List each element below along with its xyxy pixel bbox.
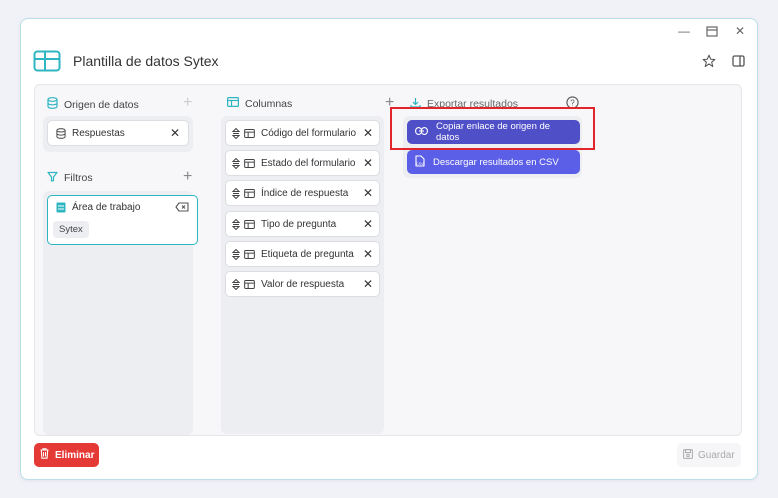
download-csv-button[interactable]: CSV Descargar resultados en CSV	[407, 150, 580, 174]
column-item-label: Etiqueta de pregunta	[261, 248, 354, 260]
table-icon	[33, 50, 61, 72]
svg-text:?: ?	[570, 99, 575, 108]
table-icon	[244, 279, 255, 289]
filters-header: Filtros	[47, 171, 93, 185]
column-item[interactable]: Índice de respuesta ✕	[225, 180, 380, 206]
save-label: Guardar	[698, 449, 735, 461]
header: Plantilla de datos Sytex	[33, 47, 745, 75]
database-icon	[56, 127, 66, 139]
content-area: Origen de datos + Respuestas ✕ Filtros +…	[34, 84, 742, 436]
remove-icon[interactable]: ✕	[363, 277, 373, 291]
filters-label: Filtros	[64, 172, 93, 184]
remove-icon[interactable]: ✕	[363, 247, 373, 261]
column-item[interactable]: Valor de respuesta ✕	[225, 271, 380, 297]
data-source-header: Origen de datos	[47, 97, 139, 112]
database-icon	[47, 97, 58, 112]
table-icon	[227, 97, 240, 110]
columns-header: Columnas	[227, 97, 292, 110]
table-icon	[244, 219, 255, 229]
delete-label: Eliminar	[55, 449, 95, 461]
link-icon	[415, 126, 428, 138]
trash-icon	[40, 448, 49, 462]
table-icon	[244, 188, 255, 198]
star-icon[interactable]	[702, 54, 716, 68]
export-label: Exportar resultados	[427, 98, 519, 110]
remove-icon[interactable]: ✕	[363, 156, 373, 170]
column-item-label: Código del formulario	[261, 127, 357, 139]
column-item[interactable]: Estado del formulario ✕	[225, 150, 380, 176]
download-csv-label: Descargar resultados en CSV	[433, 156, 559, 168]
column-item-label: Índice de respuesta	[261, 187, 349, 199]
download-icon	[410, 97, 421, 111]
data-source-item-label: Respuestas	[72, 127, 125, 139]
table-icon	[244, 249, 255, 259]
copy-link-button[interactable]: Copiar enlace de origen de datos	[407, 120, 580, 144]
help-icon[interactable]: ?	[566, 96, 579, 114]
column-item-label: Valor de respuesta	[261, 278, 345, 290]
column-item[interactable]: Código del formulario ✕	[225, 120, 380, 146]
filter-value-chip: Sytex	[53, 221, 89, 238]
window-controls: — ✕	[677, 23, 747, 39]
save-button[interactable]: Guardar	[677, 443, 741, 467]
template-window: — ✕ Plantilla de datos Sytex Origen de d…	[20, 18, 758, 480]
data-source-item[interactable]: Respuestas ✕	[47, 120, 189, 146]
remove-icon[interactable]: ✕	[363, 126, 373, 140]
maximize-icon[interactable]	[705, 23, 719, 39]
workspace-icon	[56, 202, 66, 213]
add-filter-icon[interactable]: +	[183, 169, 192, 185]
csv-file-icon: CSV	[415, 154, 425, 170]
drag-handle-icon[interactable]	[232, 187, 240, 199]
side-panel-icon[interactable]	[732, 54, 745, 68]
export-header: Exportar resultados	[410, 97, 518, 111]
page-title: Plantilla de datos Sytex	[73, 53, 219, 69]
drag-handle-icon[interactable]	[232, 157, 240, 169]
svg-text:CSV: CSV	[416, 162, 424, 166]
drag-handle-icon[interactable]	[232, 278, 240, 290]
remove-icon[interactable]: ✕	[363, 217, 373, 231]
columns-label: Columnas	[245, 97, 293, 110]
close-icon[interactable]: ✕	[733, 23, 747, 39]
delete-button[interactable]: Eliminar	[34, 443, 99, 467]
column-item-label: Estado del formulario	[261, 157, 356, 169]
copy-link-label: Copiar enlace de origen de datos	[436, 121, 551, 143]
column-item[interactable]: Tipo de pregunta ✕	[225, 211, 380, 237]
drag-handle-icon[interactable]	[232, 218, 240, 230]
column-item-label: Tipo de pregunta	[261, 218, 337, 230]
minimize-icon[interactable]: —	[677, 23, 691, 39]
table-icon	[244, 128, 255, 138]
filter-item-label: Área de trabajo	[72, 202, 141, 213]
column-item[interactable]: Etiqueta de pregunta ✕	[225, 241, 380, 267]
table-icon	[244, 158, 255, 168]
drag-handle-icon[interactable]	[232, 127, 240, 139]
remove-icon[interactable]: ✕	[363, 186, 373, 200]
data-source-label: Origen de datos	[64, 98, 139, 111]
backspace-icon[interactable]	[175, 202, 189, 215]
save-icon	[683, 448, 693, 462]
add-data-source-icon: +	[183, 94, 193, 111]
filter-icon	[47, 171, 58, 185]
add-column-icon[interactable]: +	[385, 95, 394, 111]
drag-handle-icon[interactable]	[232, 248, 240, 260]
remove-icon[interactable]: ✕	[170, 126, 180, 140]
